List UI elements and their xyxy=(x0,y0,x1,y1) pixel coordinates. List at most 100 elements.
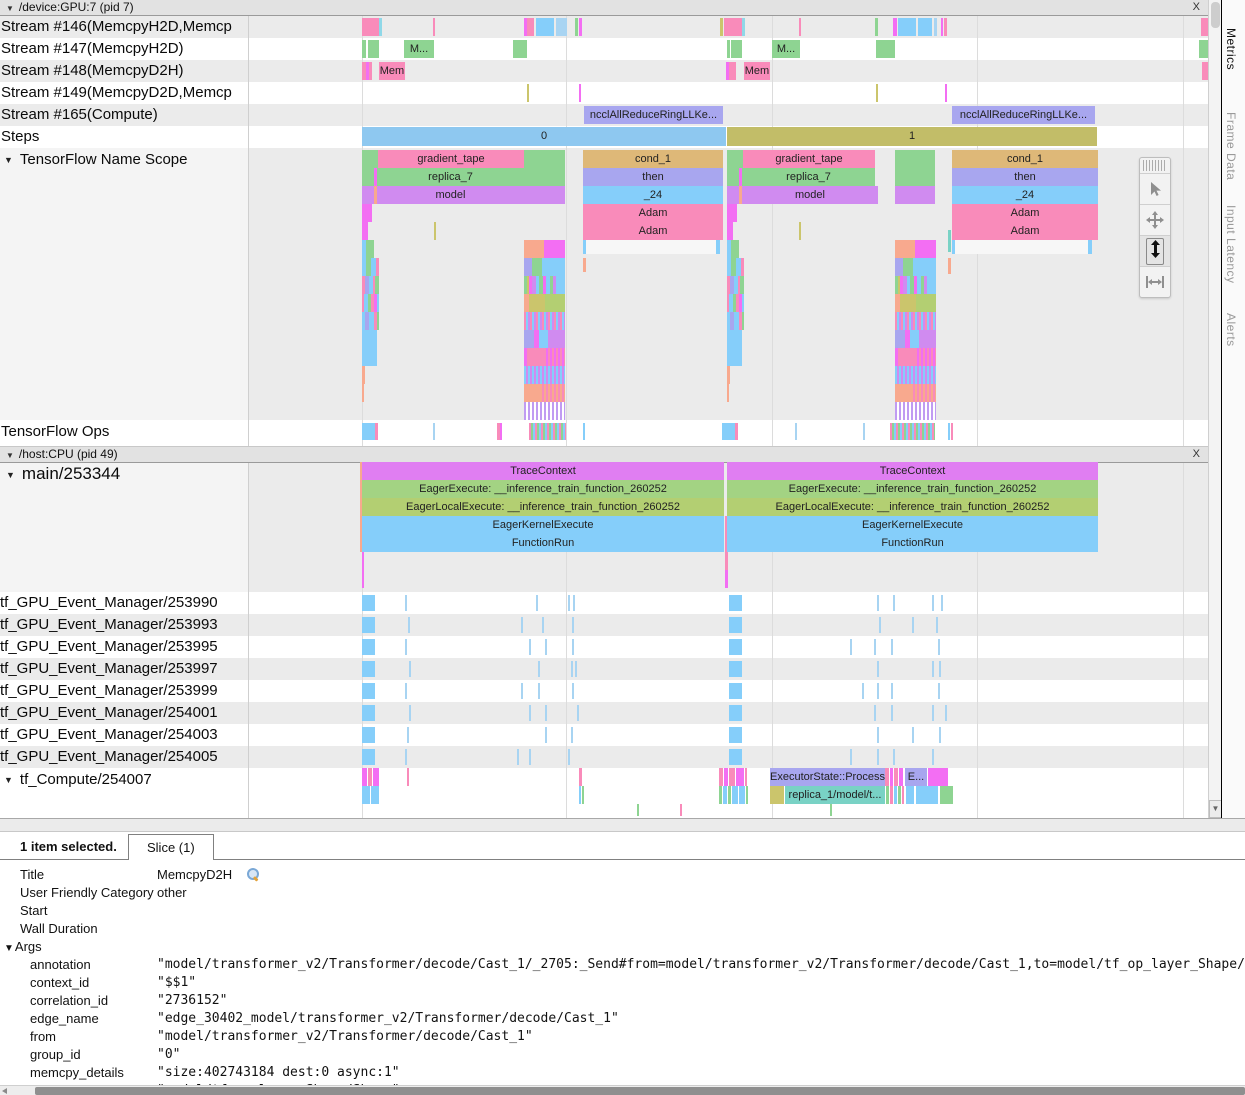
trace-block[interactable] xyxy=(362,168,374,186)
trace-block[interactable] xyxy=(368,768,372,786)
trace-block[interactable] xyxy=(895,330,905,348)
trace-block[interactable] xyxy=(895,240,915,258)
trace-block[interactable] xyxy=(727,366,730,384)
row-label[interactable]: tf_GPU_Event_Manager/253990 xyxy=(0,592,248,614)
trace-block[interactable]: model xyxy=(377,186,524,204)
trace-block[interactable]: Mem xyxy=(379,62,405,80)
trace-block[interactable] xyxy=(741,258,744,276)
trace-block[interactable] xyxy=(951,423,953,440)
trace-tick[interactable] xyxy=(577,705,579,721)
trace-block[interactable] xyxy=(362,348,377,366)
trace-block[interactable] xyxy=(433,423,435,440)
trace-block[interactable] xyxy=(579,768,582,786)
trace-block[interactable] xyxy=(722,423,735,440)
trace-tick[interactable] xyxy=(407,727,409,743)
trace-block[interactable] xyxy=(579,84,581,102)
trace-tick[interactable] xyxy=(893,595,895,611)
trace-block[interactable] xyxy=(895,366,936,384)
trace-block[interactable] xyxy=(556,18,567,36)
trace-block[interactable]: Adam xyxy=(583,204,723,222)
trace-block[interactable] xyxy=(895,384,911,402)
trace-block[interactable] xyxy=(900,294,916,312)
trace-tick[interactable] xyxy=(862,683,864,699)
trace-block[interactable] xyxy=(362,705,375,721)
trace-block[interactable] xyxy=(894,768,898,786)
timeline-canvas[interactable]: ▼/device:GPU:7 (pid 7) X ▼/host:CPU (pid… xyxy=(0,0,1208,818)
trace-block[interactable] xyxy=(746,786,748,804)
row-label[interactable]: tf_GPU_Event_Manager/253995 xyxy=(0,636,248,658)
trace-block[interactable] xyxy=(362,222,368,240)
trace-tick[interactable] xyxy=(941,595,943,611)
magnifier-icon[interactable] xyxy=(246,867,260,881)
trace-tick[interactable] xyxy=(932,749,934,765)
trace-block[interactable] xyxy=(742,294,744,312)
trace-block[interactable] xyxy=(934,18,937,36)
trace-block[interactable] xyxy=(720,18,723,36)
trace-block[interactable] xyxy=(940,786,953,804)
trace-block[interactable] xyxy=(727,150,743,168)
trace-tick[interactable] xyxy=(572,639,574,655)
trace-block[interactable] xyxy=(941,18,943,36)
trace-block[interactable] xyxy=(536,18,554,36)
trace-block[interactable] xyxy=(893,18,897,36)
trace-block[interactable] xyxy=(377,312,379,330)
trace-block[interactable] xyxy=(948,423,950,440)
row-label[interactable]: Steps xyxy=(1,126,248,148)
trace-block[interactable] xyxy=(368,40,379,58)
trace-block[interactable] xyxy=(362,768,367,786)
trace-tick[interactable] xyxy=(932,661,934,677)
row-label[interactable]: tf_GPU_Event_Manager/254003 xyxy=(0,724,248,746)
trace-block[interactable]: replica_1/model/t... xyxy=(785,786,885,804)
row-label[interactable]: ▼main/253344 xyxy=(6,463,248,485)
trace-tick[interactable] xyxy=(936,617,938,633)
trace-block[interactable] xyxy=(524,150,565,168)
trace-tick[interactable] xyxy=(932,595,934,611)
trace-block[interactable] xyxy=(375,276,379,294)
trace-block[interactable] xyxy=(799,18,801,36)
trace-block[interactable]: replica_7 xyxy=(742,168,875,186)
trace-tick[interactable] xyxy=(529,749,531,765)
trace-block[interactable] xyxy=(1199,40,1208,58)
trace-block[interactable] xyxy=(586,240,716,254)
palette-drag-handle-icon[interactable] xyxy=(1143,160,1167,171)
trace-tick[interactable] xyxy=(536,595,538,611)
trace-block[interactable]: EagerExecute: __inference_train_function… xyxy=(727,480,1098,498)
trace-block[interactable] xyxy=(745,768,747,786)
trace-block[interactable] xyxy=(527,348,544,366)
trace-tick[interactable] xyxy=(877,661,879,677)
trace-tick[interactable] xyxy=(408,617,410,633)
trace-tick[interactable] xyxy=(521,683,523,699)
trace-tick[interactable] xyxy=(893,749,895,765)
trace-block[interactable] xyxy=(362,786,370,804)
trace-tick[interactable] xyxy=(545,639,547,655)
trace-block[interactable] xyxy=(895,186,935,204)
trace-block[interactable]: gradient_tape xyxy=(378,150,524,168)
trace-block[interactable] xyxy=(434,222,436,240)
trace-block[interactable] xyxy=(579,786,581,804)
trace-block[interactable] xyxy=(770,786,784,804)
trace-block[interactable] xyxy=(540,384,565,402)
row-label[interactable]: ▼TensorFlow Name Scope xyxy=(4,149,248,171)
collapse-triangle-icon[interactable]: ▼ xyxy=(6,1,14,16)
trace-block[interactable] xyxy=(729,62,736,80)
trace-block[interactable] xyxy=(729,727,742,743)
trace-block[interactable] xyxy=(362,366,365,384)
trace-block[interactable] xyxy=(727,168,739,186)
trace-block[interactable] xyxy=(728,786,731,804)
trace-block[interactable] xyxy=(579,18,582,36)
trace-block[interactable] xyxy=(729,661,742,677)
trace-tick[interactable] xyxy=(409,705,411,721)
trace-block[interactable]: _24 xyxy=(952,186,1098,204)
trace-block[interactable] xyxy=(948,258,951,274)
trace-tick[interactable] xyxy=(409,661,411,677)
trace-tick[interactable] xyxy=(521,617,523,633)
trace-block[interactable] xyxy=(898,786,901,804)
trace-tick[interactable] xyxy=(538,661,540,677)
row-label[interactable]: Stream #147(MemcpyH2D) xyxy=(1,38,248,60)
trace-tick[interactable] xyxy=(573,595,575,611)
row-label[interactable]: tf_GPU_Event_Manager/253997 xyxy=(0,658,248,680)
trace-block[interactable] xyxy=(376,258,379,276)
trace-block[interactable]: EagerKernelExecute xyxy=(727,516,1098,534)
trace-block[interactable] xyxy=(377,294,379,312)
trace-block[interactable]: then xyxy=(952,168,1098,186)
